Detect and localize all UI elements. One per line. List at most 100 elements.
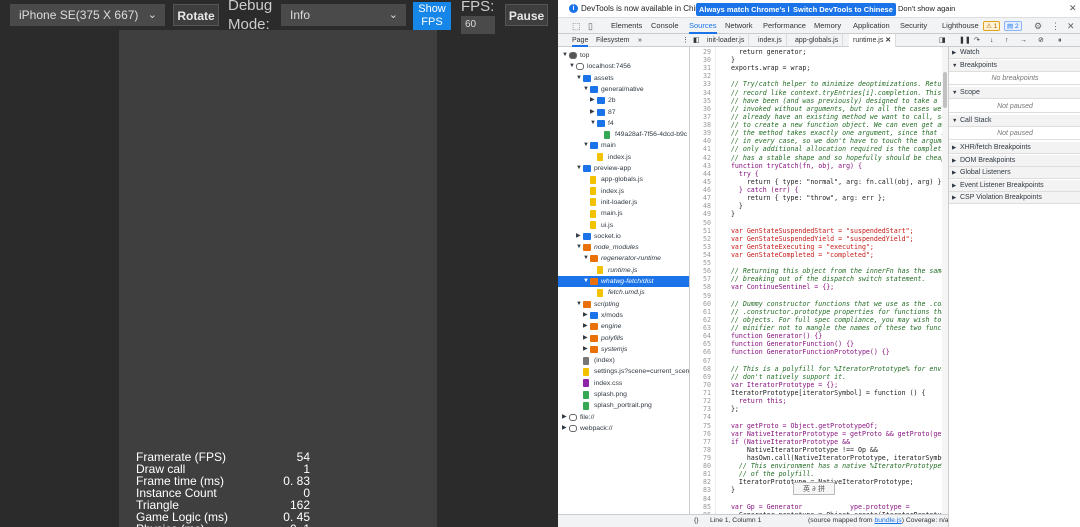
tree-item[interactable]: ▶ engine xyxy=(558,321,689,332)
code-line[interactable]: // to create a new function object. We c… xyxy=(723,121,946,129)
line-number[interactable]: 48 xyxy=(703,202,711,210)
line-number[interactable]: 65 xyxy=(703,340,711,348)
code-line[interactable]: var NativeIteratorPrototype = getProto &… xyxy=(723,430,946,438)
tab-network[interactable]: Network xyxy=(725,18,753,34)
code-line[interactable]: } xyxy=(723,202,743,210)
close-icon[interactable]: ✕ xyxy=(1069,3,1077,14)
code-line[interactable]: } xyxy=(723,486,735,494)
tree-item[interactable]: (index) xyxy=(558,355,689,366)
tree-item[interactable]: app-globals.js xyxy=(558,174,689,185)
more-options-icon[interactable]: ⋮ xyxy=(1051,18,1060,34)
gear-icon[interactable]: ⚙ xyxy=(1034,18,1042,34)
line-number[interactable]: 80 xyxy=(703,462,711,470)
line-number[interactable]: 37 xyxy=(703,113,711,121)
line-number[interactable]: 53 xyxy=(703,243,711,251)
code-line[interactable]: // This is a polyfill for %IteratorProto… xyxy=(723,365,946,373)
line-number[interactable]: 34 xyxy=(703,89,711,97)
line-number[interactable]: 59 xyxy=(703,292,711,300)
line-number[interactable]: 29 xyxy=(703,48,711,56)
code-line[interactable]: try { xyxy=(723,170,759,178)
section-scope[interactable]: ▼ Scope xyxy=(949,87,1080,99)
tree-collapsed-icon[interactable]: ▶ xyxy=(562,412,567,423)
code-line[interactable]: // objects. For full spec compliance, yo… xyxy=(723,316,946,324)
tree-item[interactable]: ▼ preview-app xyxy=(558,163,689,174)
device-select[interactable]: iPhone SE(375 X 667) ⌄ xyxy=(10,4,165,26)
code-line[interactable]: IteratorPrototype[iteratorSymbol] = func… xyxy=(723,389,926,397)
tree-item[interactable]: index.js xyxy=(558,152,689,163)
tree-item[interactable]: splash_portrait.png xyxy=(558,400,689,411)
code-line[interactable]: // .constructor.prototype properties for… xyxy=(723,308,946,316)
fps-input[interactable]: 60 xyxy=(461,16,495,34)
tab-application[interactable]: Application xyxy=(853,18,890,34)
tree-item[interactable]: ▼ f4 xyxy=(558,118,689,129)
code-line[interactable]: if (NativeIteratorPrototype && xyxy=(723,438,850,446)
section-event-listener-breakpoints[interactable]: ▶ Event Listener Breakpoints xyxy=(949,179,1080,192)
tree-collapsed-icon[interactable]: ▶ xyxy=(562,423,567,434)
pretty-print-icon[interactable]: {} xyxy=(694,515,699,527)
line-number[interactable]: 66 xyxy=(703,348,711,356)
tree-expanded-icon[interactable]: ▼ xyxy=(576,242,582,253)
toggle-debugger-icon[interactable]: ◨ xyxy=(939,34,946,47)
line-number[interactable]: 36 xyxy=(703,105,711,113)
file-tab[interactable]: runtime.js ✕ xyxy=(849,34,897,47)
line-number[interactable]: 55 xyxy=(703,259,711,267)
line-number[interactable]: 32 xyxy=(703,72,711,80)
tree-expanded-icon[interactable]: ▼ xyxy=(569,61,575,72)
line-number[interactable]: 69 xyxy=(703,373,711,381)
tree-item[interactable]: init-loader.js xyxy=(558,197,689,208)
line-number[interactable]: 30 xyxy=(703,56,711,64)
code-line[interactable]: NativeIteratorPrototype !== Op && xyxy=(723,446,878,454)
toggle-navigator-icon[interactable]: ◧ xyxy=(693,34,700,47)
tree-item[interactable]: index.js xyxy=(558,186,689,197)
step-into-icon[interactable]: ↓ xyxy=(990,34,994,47)
tree-item[interactable]: splash.png xyxy=(558,389,689,400)
tree-item[interactable]: ui.js xyxy=(558,220,689,231)
code-line[interactable]: // have been (and was previously) design… xyxy=(723,97,946,105)
tab-console[interactable]: Console xyxy=(651,18,679,34)
code-line[interactable]: // don't natively support it. xyxy=(723,373,846,381)
more-tabs-icon[interactable]: » xyxy=(638,34,642,47)
code-line[interactable]: hasOwn.call(NativeIteratorPrototype, ite… xyxy=(723,454,946,462)
code-line[interactable]: var IteratorPrototype = {}; xyxy=(723,381,838,389)
tab-sources[interactable]: Sources xyxy=(689,18,717,34)
code-line[interactable]: // the method takes exactly one argument… xyxy=(723,129,946,137)
code-line[interactable]: // This environment has a native %Iterat… xyxy=(723,462,946,470)
pause-button[interactable]: Pause xyxy=(505,4,548,26)
line-number[interactable]: 31 xyxy=(703,64,711,72)
code-line[interactable]: // has a stable shape and so hopefully s… xyxy=(723,154,946,162)
tree-collapsed-icon[interactable]: ▶ xyxy=(583,333,588,344)
tree-item[interactable]: fetch.umd.js xyxy=(558,287,689,298)
code-line[interactable]: var GenStateExecuting = "executing"; xyxy=(723,243,874,251)
tree-item[interactable]: ▶ x/mods xyxy=(558,310,689,321)
line-number[interactable]: 79 xyxy=(703,454,711,462)
inspect-element-icon[interactable]: ⬚ xyxy=(572,18,581,34)
line-number[interactable]: 51 xyxy=(703,227,711,235)
line-number[interactable]: 84 xyxy=(703,495,711,503)
section-watch[interactable]: ▶ Watch xyxy=(949,47,1080,59)
tree-item[interactable]: ▶ 87 xyxy=(558,107,689,118)
section-dom-breakpoints[interactable]: ▶ DOM Breakpoints xyxy=(949,154,1080,167)
line-number[interactable]: 85 xyxy=(703,503,711,511)
line-number[interactable]: 78 xyxy=(703,446,711,454)
line-number[interactable]: 35 xyxy=(703,97,711,105)
tree-item[interactable]: ▼ top xyxy=(558,50,689,61)
tree-item[interactable]: ▼ main xyxy=(558,140,689,151)
deactivate-breakpoints-icon[interactable]: ⊘ xyxy=(1038,34,1044,47)
line-number[interactable]: 68 xyxy=(703,365,711,373)
dont-show-again-link[interactable]: Don't show again xyxy=(898,4,955,13)
close-devtools-icon[interactable]: ✕ xyxy=(1067,18,1075,34)
code-line[interactable]: var getProto = Object.getPrototypeOf; xyxy=(723,422,878,430)
line-number[interactable]: 74 xyxy=(703,413,711,421)
code-line[interactable]: return generator; xyxy=(723,48,807,56)
tree-item[interactable]: ▶ systemjs xyxy=(558,344,689,355)
code-line[interactable]: function GeneratorFunction() {} xyxy=(723,340,854,348)
file-tab[interactable]: index.js xyxy=(754,34,787,47)
line-number[interactable]: 39 xyxy=(703,129,711,137)
line-number[interactable]: 83 xyxy=(703,486,711,494)
tree-item[interactable]: ▼ whatwg-fetch/dist xyxy=(558,276,689,287)
line-number[interactable]: 47 xyxy=(703,194,711,202)
code-line[interactable]: // Returning this object from the innerF… xyxy=(723,267,946,275)
code-line[interactable]: return { type: "normal", arg: fn.call(ob… xyxy=(723,178,946,186)
line-number[interactable]: 75 xyxy=(703,422,711,430)
file-tab[interactable]: app-globals.js xyxy=(791,34,844,47)
